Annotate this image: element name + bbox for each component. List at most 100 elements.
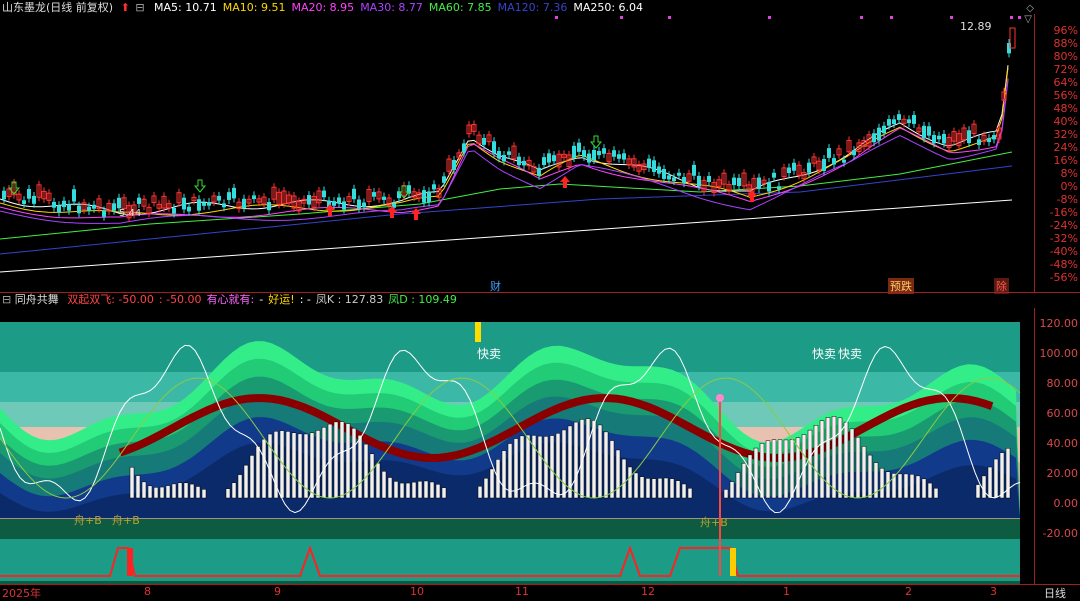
volume-bar [603, 431, 609, 499]
candle [117, 197, 121, 209]
candle [182, 197, 186, 210]
volume-bar [159, 486, 165, 499]
candle [882, 125, 886, 134]
volume-bar [561, 429, 567, 499]
candle [787, 167, 791, 174]
signal-quick-sell: 快卖 [477, 347, 502, 361]
chart-settings-icon[interactable]: ⊟ [135, 1, 144, 14]
candle [22, 200, 26, 205]
candle [737, 177, 741, 187]
volume-bar [555, 433, 561, 499]
volume-bar [621, 458, 627, 499]
candle [197, 199, 201, 211]
volume-bar [753, 447, 759, 499]
ma-legend-item[interactable]: MA30: 8.77 [360, 1, 423, 14]
axis-tick-label: 8% [1060, 167, 1078, 180]
indicator-legend-item: 凤D : 109.49 [388, 293, 457, 306]
volume-bar [999, 452, 1005, 499]
candle [492, 141, 496, 154]
axis-tick-label: 16% [1053, 154, 1078, 167]
indicator-chart[interactable] [0, 308, 1034, 584]
volume-bar [357, 435, 363, 499]
candle [547, 153, 551, 163]
candle [597, 150, 601, 156]
marker [768, 16, 771, 19]
candle [732, 177, 736, 186]
candle [977, 139, 981, 145]
period-button[interactable]: 日线 [1044, 585, 1066, 601]
candle [942, 133, 946, 144]
time-label: 2 [905, 585, 912, 598]
chart-settings-icon[interactable]: ⊟ [2, 293, 11, 306]
axis-tick-label: -24% [1049, 219, 1078, 232]
buy-label: 舟+B [700, 516, 728, 529]
axis-tick-label: 96% [1053, 24, 1078, 37]
volume-bar [255, 446, 261, 499]
volume-bar [363, 443, 369, 499]
marker [860, 16, 863, 19]
axis-tick-label: 80% [1053, 50, 1078, 63]
candle [777, 186, 781, 190]
candle [537, 167, 541, 176]
volume-bar [597, 424, 603, 499]
volume-bar [783, 439, 789, 499]
ma-legend-item[interactable]: MA250: 6.04 [573, 1, 643, 14]
axis-tick-label: 64% [1053, 76, 1078, 89]
axis-tick-label: -16% [1049, 206, 1078, 219]
ma-legend-item[interactable]: MA120: 7.36 [498, 1, 568, 14]
volume-bar [291, 432, 297, 499]
stock-chart-app: 山东墨龙(日线 前复权) ⬆ ⊟ MA5: 10.71 MA10: 9.51 MA2… [0, 0, 1080, 601]
volume-bar [855, 436, 861, 499]
candle [442, 176, 446, 183]
indicator-name[interactable]: 同舟共舞 [15, 293, 59, 306]
candle [242, 198, 246, 209]
volume-bar [297, 433, 303, 499]
volume-bar [381, 471, 387, 499]
candle [202, 202, 206, 206]
axis-tick-label: 120.00 [1039, 317, 1079, 330]
candle [807, 162, 811, 173]
time-label: 12 [641, 585, 655, 598]
candle [887, 119, 891, 126]
volume-bar [225, 488, 231, 499]
ma-legend-item[interactable]: MA60: 7.85 [429, 1, 492, 14]
volume-bar [771, 439, 777, 499]
axis-tick-label: 0.00 [1053, 497, 1079, 510]
volume-bar [393, 481, 399, 499]
candle [987, 138, 991, 143]
candle [757, 177, 761, 189]
axis-tick-label: -40% [1049, 245, 1078, 258]
axis-tick-label: -48% [1049, 258, 1078, 271]
candle [332, 201, 336, 206]
stock-title[interactable]: 山东墨龙(日线 前复权) [2, 1, 113, 14]
volume-bar [633, 472, 639, 499]
candle [357, 199, 361, 209]
diamond-icon[interactable]: ◇ [1026, 3, 1034, 14]
indicator-legend-item: 好运! [268, 293, 295, 306]
ma-legend-item[interactable]: MA10: 9.51 [223, 1, 286, 14]
candle [57, 205, 61, 213]
axis-tick-label: -20.00 [1042, 527, 1078, 540]
volume-bar [639, 476, 645, 499]
volume-bar [387, 477, 393, 499]
candle [927, 126, 931, 136]
volume-bar [819, 420, 825, 499]
volume-bar [741, 463, 747, 499]
volume-bar [249, 455, 255, 499]
price-percent-axis: 96% 88% 80% 72% 64% 56% 48% 40% 32% 24% 16% 8% 0% -8%… [1034, 14, 1080, 292]
ma-legend-item[interactable]: MA20: 8.95 [291, 1, 354, 14]
candle [622, 153, 626, 160]
indicator-legend: 双起双飞: -50.00: -50.00 有心就有: - 好运!: - 凤K : 127… [62, 293, 457, 306]
candle [682, 176, 686, 184]
candle [172, 207, 176, 214]
indicator-legend-item: 有心就有: [206, 293, 255, 306]
candle [617, 154, 621, 159]
candle [337, 197, 341, 204]
candle [522, 160, 526, 166]
candle [267, 202, 271, 211]
ma-legend: MA5: 10.71 MA10: 9.51 MA20: 8.95 MA30: 8.77… [148, 1, 643, 14]
volume-bar [903, 473, 909, 499]
ma-legend-item[interactable]: MA5: 10.71 [154, 1, 217, 14]
price-chart[interactable] [0, 14, 1034, 292]
volume-bar [483, 478, 489, 499]
